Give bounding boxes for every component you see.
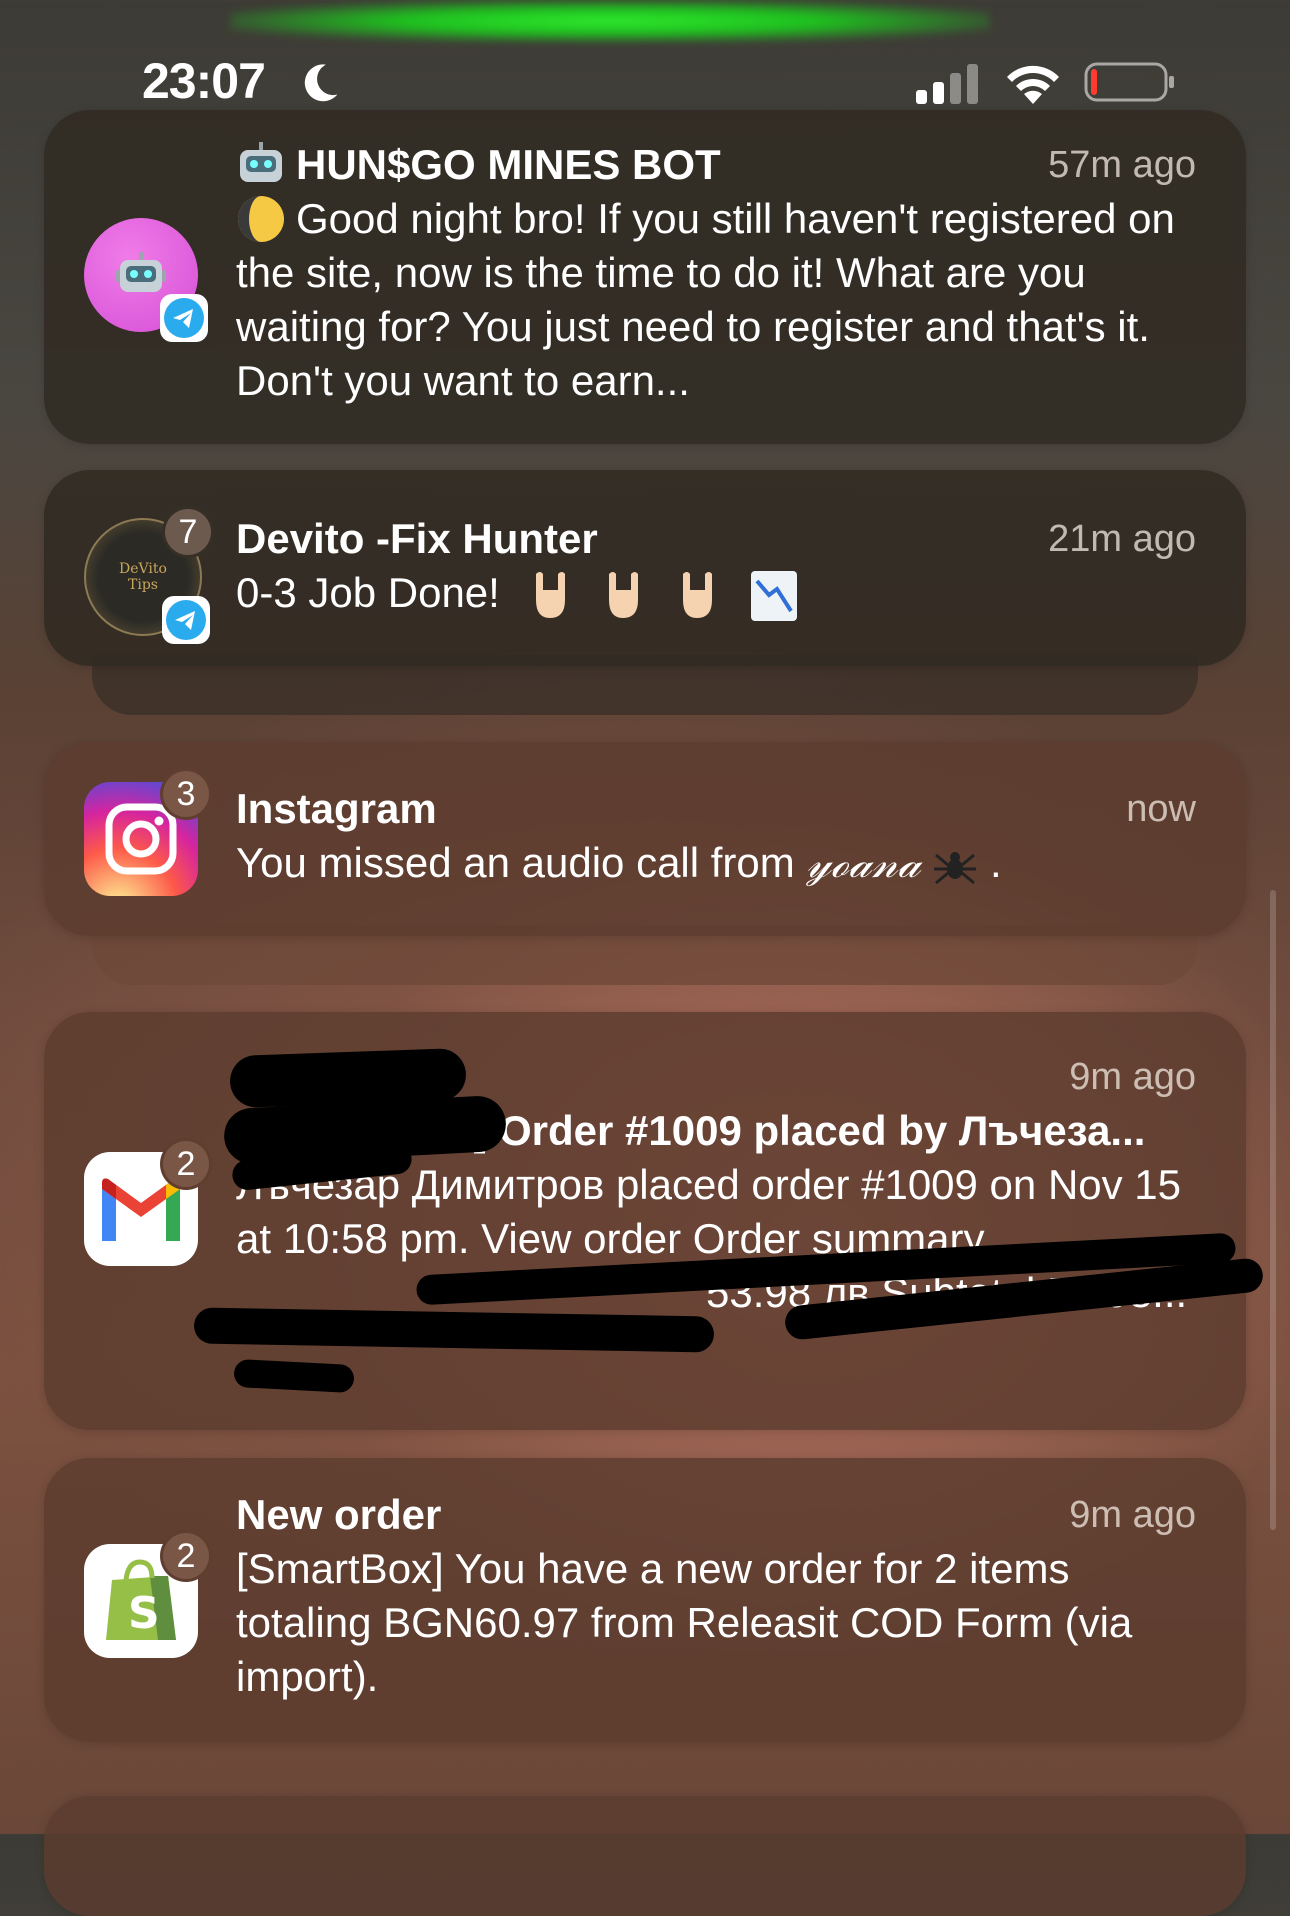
- notification-content: New order 9m ago [SmartBox] You have a n…: [236, 1488, 1196, 1704]
- notification-body: 0-3 Job Done!: [236, 566, 1196, 623]
- rock-hand-emoji-icon: [682, 571, 712, 618]
- moon-emoji-icon: [238, 195, 284, 242]
- gmail-app-icon: 2: [84, 1138, 212, 1266]
- notification-hungo-bot[interactable]: HUN$GO MINES BOT 57m ago Good night bro!…: [44, 110, 1246, 444]
- notification-count-badge: 3: [160, 768, 212, 820]
- notification-title: Instagram: [236, 785, 437, 832]
- notification-time: 21m ago: [1048, 518, 1196, 560]
- battery-low-icon: [1084, 62, 1174, 102]
- notification-count-badge: 2: [160, 1138, 212, 1190]
- status-time: 23:07: [142, 53, 266, 109]
- notification-time: 9m ago: [1069, 1056, 1196, 1098]
- devito-avatar: DeVito Tips 7: [84, 506, 214, 644]
- notification-time: now: [1126, 788, 1196, 830]
- instagram-app-icon: 3: [84, 768, 212, 896]
- rock-hand-emoji-icon: [535, 571, 565, 618]
- chart-decreasing-emoji-icon: [750, 570, 797, 621]
- notification-body-text: 0-3 Job Done!: [236, 569, 500, 616]
- notification-body-text: You missed an audio call from: [236, 839, 795, 886]
- notification-devito[interactable]: DeVito Tips 7 Devito -Fix Hunter 21m ago…: [44, 470, 1246, 666]
- redaction-mark: [233, 1358, 355, 1394]
- notification-shopify[interactable]: S 2 New order 9m ago [SmartBox] You have…: [44, 1458, 1246, 1742]
- notification-content: Instagram now You missed an audio call f…: [236, 782, 1196, 890]
- robot-emoji-icon: [240, 141, 282, 182]
- notification-instagram[interactable]: 3 Instagram now You missed an audio call…: [44, 742, 1246, 936]
- notification-time: 9m ago: [1069, 1494, 1196, 1536]
- moon-icon: [304, 64, 338, 102]
- telegram-badge-icon: [162, 596, 210, 644]
- notification-time: 57m ago: [1048, 144, 1196, 186]
- notification-title: New order: [236, 1491, 442, 1538]
- notification-gmail[interactable]: 2 x 9m ago x] Order #1009 placed by Лъче…: [44, 1012, 1265, 1430]
- cellular-signal-icon: [916, 62, 980, 104]
- robot-icon: [116, 252, 166, 292]
- notification-body: [SmartBox] You have a new order for 2 it…: [236, 1545, 1133, 1700]
- caller-name: 𝓎ℴ𝒶𝓃𝒶: [806, 838, 921, 887]
- svg-text:S: S: [128, 1588, 160, 1639]
- notification-count-badge: 2: [160, 1530, 212, 1582]
- status-bar: 23:07: [0, 0, 1290, 110]
- notification-content: HUN$GO MINES BOT 57m ago Good night bro!…: [236, 138, 1196, 408]
- wifi-icon: [1007, 65, 1059, 104]
- scroll-indicator[interactable]: [1270, 890, 1276, 1530]
- telegram-badge-icon: [160, 294, 208, 342]
- shopify-app-icon: S 2: [84, 1530, 212, 1658]
- spider-emoji-icon: [934, 851, 977, 885]
- notification-next-peek[interactable]: [44, 1796, 1246, 1916]
- notification-title-text: HUN$GO MINES BOT: [296, 141, 721, 188]
- notification-body: Good night bro! If you still haven't reg…: [236, 192, 1196, 408]
- redaction-mark: [193, 1307, 715, 1353]
- devito-avatar-text: DeVito Tips: [119, 561, 167, 593]
- notification-content: Devito -Fix Hunter 21m ago 0-3 Job Done!: [236, 512, 1196, 623]
- notification-body-text: Good night bro! If you still haven't reg…: [236, 195, 1175, 404]
- rock-hand-emoji-icon: [609, 571, 639, 618]
- notification-body: You missed an audio call from 𝓎ℴ𝒶𝓃𝒶 .: [236, 836, 1196, 890]
- notification-body-end: .: [989, 839, 1002, 886]
- notification-count-badge: 7: [162, 506, 214, 558]
- bot-avatar: [84, 218, 208, 342]
